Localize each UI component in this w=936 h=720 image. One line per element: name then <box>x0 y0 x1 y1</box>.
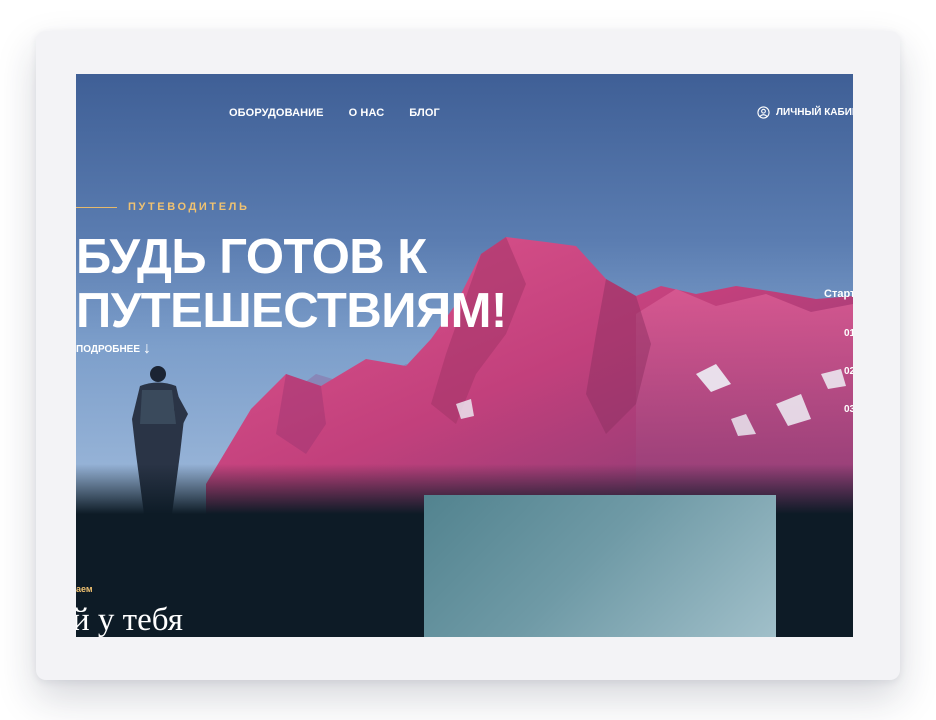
hero-eyebrow: ПУТЕВОДИТЕЛЬ <box>76 201 250 213</box>
slider-number-3[interactable]: 03 <box>844 404 853 415</box>
more-link[interactable]: ПОДРОБНЕЕ ↓ <box>76 340 152 357</box>
headline-line-1: БУДЬ ГОТОВ К <box>76 230 427 284</box>
slider-number-1[interactable]: 01 <box>844 328 853 339</box>
slider-number-2[interactable]: 02 <box>844 366 853 377</box>
account-label: ЛИЧНЫЙ КАБИН <box>776 107 853 118</box>
nav-item-equipment[interactable]: ОБОРУДОВАНИЕ <box>229 107 324 119</box>
headline-line-2: ПУТЕШЕСТВИЯМ! <box>76 284 507 338</box>
main-nav: ОБОРУДОВАНИЕ О НАС БЛОГ <box>229 107 440 119</box>
user-icon <box>757 106 770 119</box>
hero-section: ОБОРУДОВАНИЕ О НАС БЛОГ ЛИЧНЫЙ КАБИН ПУТ… <box>76 74 853 514</box>
page-viewport: ОБОРУДОВАНИЕ О НАС БЛОГ ЛИЧНЫЙ КАБИН ПУТ… <box>76 74 853 637</box>
section-heading: й у тебя <box>76 602 183 637</box>
hero-headline: БУДЬ ГОТОВ К ПУТЕШЕСТВИЯМ! <box>76 230 507 338</box>
section-eyebrow: аем <box>76 584 93 594</box>
eyebrow-text: ПУТЕВОДИТЕЛЬ <box>128 201 250 213</box>
account-link[interactable]: ЛИЧНЫЙ КАБИН <box>757 106 853 119</box>
eyebrow-line <box>76 206 117 208</box>
arrow-down-icon: ↓ <box>143 340 152 357</box>
nav-item-about[interactable]: О НАС <box>349 107 385 119</box>
section-image <box>424 495 776 637</box>
more-label: ПОДРОБНЕЕ <box>76 343 141 355</box>
nav-item-blog[interactable]: БЛОГ <box>409 107 440 119</box>
slider-start-label: Старт <box>824 288 853 300</box>
